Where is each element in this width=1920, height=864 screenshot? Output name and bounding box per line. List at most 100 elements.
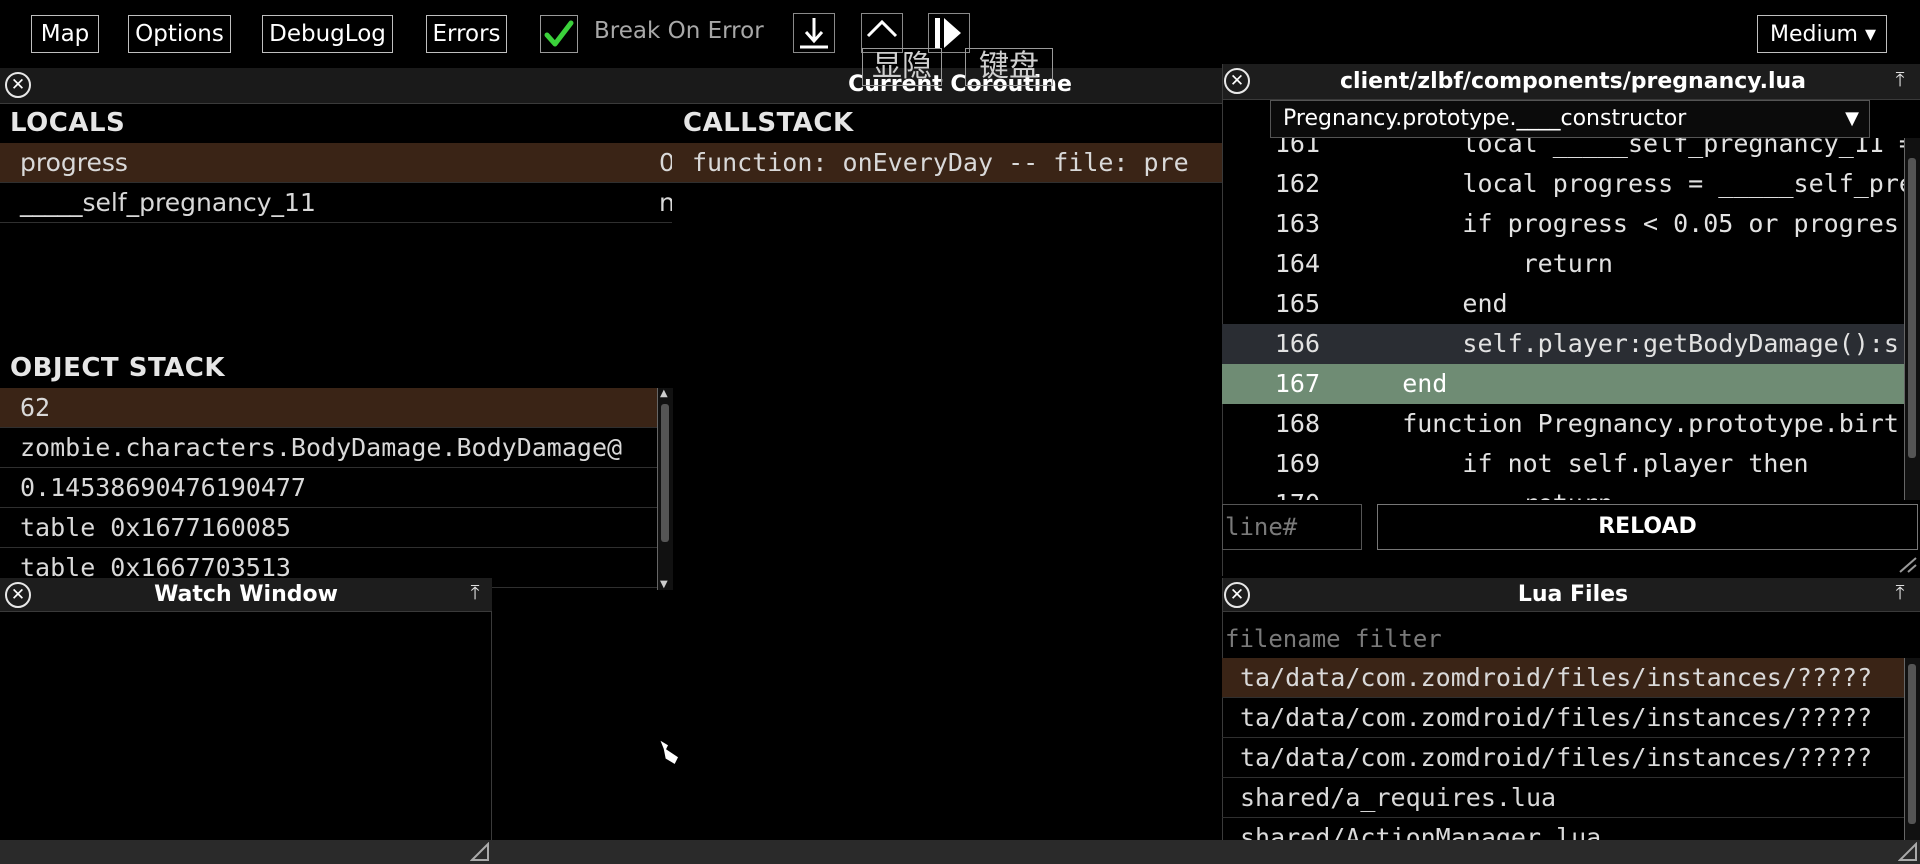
filename-filter-placeholder: filename filter xyxy=(1225,625,1442,653)
local-name: _____self_pregnancy_11 xyxy=(20,188,316,217)
line-text: return xyxy=(1320,484,1613,500)
code-line[interactable]: 164 return xyxy=(1222,244,1904,284)
step-over-button[interactable] xyxy=(861,13,903,53)
code-line[interactable]: 169 if not self.player then xyxy=(1222,444,1904,484)
map-button[interactable]: Map xyxy=(31,15,99,53)
function-select-value: Pregnancy.prototype.____constructor xyxy=(1283,106,1687,131)
scroll-down-icon[interactable]: ▼ xyxy=(660,579,668,590)
line-text: local _____self_pregnancy_11 = xyxy=(1342,138,1904,158)
locals-row[interactable]: _____self_pregnancy_11 n xyxy=(0,183,672,223)
object-stack-heading: OBJECT STACK xyxy=(10,353,226,383)
chevron-down-icon: ▼ xyxy=(1845,108,1859,129)
lua-file-row[interactable]: ta/data/com.zomdroid/files/instances/???… xyxy=(1222,738,1904,778)
hand-cursor-icon xyxy=(657,737,680,767)
break-on-error-checkbox[interactable] xyxy=(540,15,578,53)
line-number-placeholder: line# xyxy=(1225,513,1298,541)
line-number-input[interactable]: line# xyxy=(1222,504,1362,550)
top-toolbar: Map Options DebugLog Errors Break On Err… xyxy=(0,0,1920,64)
object-stack-row[interactable]: 0.14538690476190477 xyxy=(0,468,657,508)
source-title: client/zlbf/components/pregnancy.lua xyxy=(1340,69,1806,94)
code-line[interactable]: 161 local _____self_pregnancy_11 = xyxy=(1222,138,1904,164)
lua-files-titlebar: ✕ Lua Files ⤒ xyxy=(1223,578,1920,612)
code-line[interactable]: 162 local progress = _____self_pre xyxy=(1222,164,1904,204)
resize-handle-icon[interactable] xyxy=(1898,842,1918,862)
object-stack-scrollbar[interactable]: ▲ ▼ xyxy=(657,388,673,590)
checkmark-icon xyxy=(544,20,574,47)
pin-icon[interactable]: ⤒ xyxy=(1887,580,1913,608)
object-stack-row[interactable]: 62 xyxy=(0,388,657,428)
locals-row[interactable]: progress 0 xyxy=(0,143,672,183)
line-number: 170 xyxy=(1222,484,1320,500)
resize-handle-icon[interactable] xyxy=(1898,556,1918,574)
lua-file-row[interactable]: ta/data/com.zomdroid/files/instances/???… xyxy=(1222,658,1904,698)
lua-file-row[interactable]: shared/ActionManager.lua xyxy=(1222,818,1904,840)
line-text: if progress < 0.05 or progres xyxy=(1342,209,1899,238)
watch-titlebar: ✕ Watch Window ⤒ xyxy=(0,578,492,612)
code-view: 161 local _____self_pregnancy_11 = 162 l… xyxy=(1222,138,1904,500)
watch-title: Watch Window xyxy=(154,582,338,607)
line-number: 163 xyxy=(1274,209,1320,238)
line-number: 167 xyxy=(1274,369,1320,398)
code-line[interactable]: 168 function Pregnancy.prototype.birt xyxy=(1222,404,1904,444)
close-icon[interactable]: ✕ xyxy=(1224,68,1250,94)
lua-file-row[interactable]: ta/data/com.zomdroid/files/instances/???… xyxy=(1222,698,1904,738)
step-into-button[interactable] xyxy=(793,13,835,53)
line-text: return xyxy=(1342,249,1613,278)
line-text: local progress = _____self_pre xyxy=(1342,169,1904,198)
locals-heading: LOCALS xyxy=(10,108,126,138)
lua-file-row[interactable]: shared/a_requires.lua xyxy=(1222,778,1904,818)
line-text: function Pregnancy.prototype.birt xyxy=(1342,409,1899,438)
lua-files-scrollbar[interactable] xyxy=(1904,658,1920,840)
quality-dropdown[interactable]: Medium ▾ xyxy=(1757,15,1887,53)
code-line[interactable]: 170 return xyxy=(1222,484,1904,500)
filename-filter-input[interactable]: filename filter xyxy=(1223,620,1920,658)
line-text: if not self.player then xyxy=(1342,449,1809,478)
scroll-thumb[interactable] xyxy=(1908,158,1916,458)
line-number: 164 xyxy=(1274,249,1320,278)
errors-button[interactable]: Errors xyxy=(426,15,507,53)
lua-files-list: ta/data/com.zomdroid/files/instances/???… xyxy=(1222,658,1904,840)
show-hide-button[interactable]: 显隐 xyxy=(862,48,942,86)
continue-button[interactable] xyxy=(928,13,970,53)
lua-files-title: Lua Files xyxy=(1517,582,1629,607)
options-button[interactable]: Options xyxy=(128,15,231,53)
close-icon[interactable]: ✕ xyxy=(5,582,31,608)
line-number: 169 xyxy=(1274,449,1320,478)
pin-icon[interactable]: ⤒ xyxy=(1887,67,1913,95)
pin-icon[interactable]: ⤒ xyxy=(462,580,488,608)
line-number: 161 xyxy=(1274,138,1320,158)
code-line-current[interactable]: 167 end xyxy=(1222,364,1904,404)
local-value: n xyxy=(659,183,672,222)
step-over-icon xyxy=(866,19,898,38)
function-select[interactable]: Pregnancy.prototype.____constructor ▼ xyxy=(1270,100,1870,138)
code-scrollbar[interactable] xyxy=(1904,138,1920,500)
close-icon[interactable]: ✕ xyxy=(1224,582,1250,608)
line-number: 168 xyxy=(1274,409,1320,438)
source-titlebar: ✕ client/zlbf/components/pregnancy.lua ⤒ xyxy=(1223,64,1920,100)
code-line-hover[interactable]: 166 self.player:getBodyDamage():s xyxy=(1222,324,1904,364)
scroll-up-icon[interactable]: ▲ xyxy=(660,388,668,399)
keyboard-button[interactable]: 键盘 xyxy=(965,48,1053,86)
local-name: progress xyxy=(20,148,128,177)
object-stack-row[interactable]: table 0x1677160085 xyxy=(0,508,657,548)
step-into-icon xyxy=(800,18,828,49)
watch-window: ✕ Watch Window ⤒ xyxy=(0,578,492,840)
scroll-thumb[interactable] xyxy=(661,404,669,542)
code-line[interactable]: 165 end xyxy=(1222,284,1904,324)
object-stack-row[interactable]: zombie.characters.BodyDamage.BodyDamage@ xyxy=(0,428,657,468)
line-number: 165 xyxy=(1274,289,1320,318)
scroll-thumb[interactable] xyxy=(1908,664,1916,824)
line-text: end xyxy=(1342,289,1508,318)
callstack-row[interactable]: function: onEveryDay -- file: pre xyxy=(672,143,1222,183)
code-line[interactable]: 163 if progress < 0.05 or progres xyxy=(1222,204,1904,244)
bottom-strip xyxy=(0,840,1920,864)
resize-handle-icon[interactable] xyxy=(470,842,490,862)
object-stack-list: 62 zombie.characters.BodyDamage.BodyDama… xyxy=(0,388,657,588)
line-text: end xyxy=(1342,369,1448,398)
break-on-error-label: Break On Error xyxy=(594,18,764,44)
line-text: self.player:getBodyDamage():s xyxy=(1342,329,1899,358)
line-number: 162 xyxy=(1274,169,1320,198)
debuglog-button[interactable]: DebugLog xyxy=(262,15,393,53)
reload-button[interactable]: RELOAD xyxy=(1377,504,1918,550)
close-icon[interactable]: ✕ xyxy=(5,72,31,98)
